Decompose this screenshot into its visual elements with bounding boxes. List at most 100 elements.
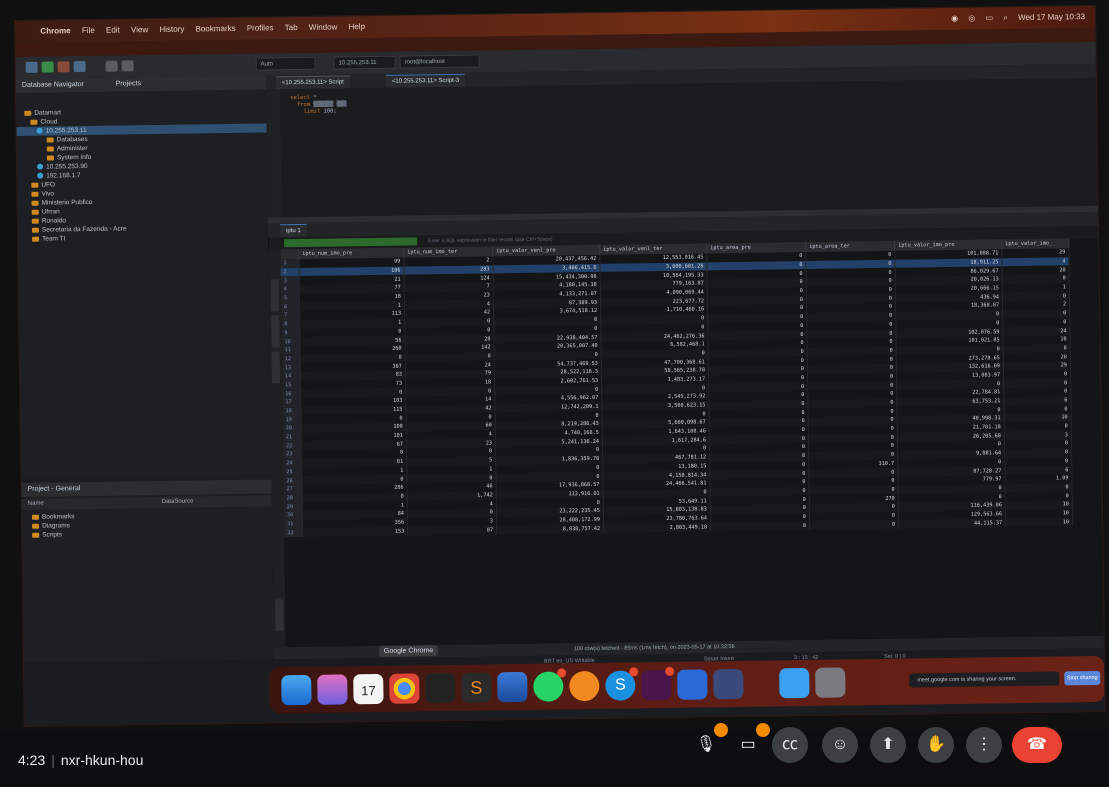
transaction-mode-select[interactable]: Auto (255, 56, 316, 71)
row-number[interactable]: 15 (282, 380, 301, 390)
row-number[interactable]: 11 (281, 345, 301, 355)
menu-bookmarks[interactable]: Bookmarks (195, 18, 236, 41)
more-options-icon[interactable]: ⋮ (966, 727, 1002, 763)
col-datasource[interactable]: DataSource (162, 497, 194, 508)
row-number[interactable]: 4 (280, 285, 300, 295)
user-app-icon[interactable] (713, 668, 744, 700)
stop-sharing-button[interactable]: Stop sharing (1064, 670, 1101, 686)
projects-tab[interactable]: Projects (116, 80, 141, 87)
row-number[interactable]: 31 (284, 519, 303, 529)
active-datasource-select[interactable]: 10.255.253.11 (333, 55, 396, 70)
row-number[interactable]: 10 (281, 337, 301, 347)
row-number[interactable]: 14 (281, 371, 301, 381)
table-cell[interactable]: 153 (302, 526, 408, 538)
text-view-tab[interactable] (271, 315, 280, 348)
row-number[interactable]: 22 (282, 441, 302, 451)
control-center-icon[interactable]: ◎ (968, 14, 975, 23)
chrome-icon[interactable] (389, 673, 420, 704)
finder-icon[interactable] (281, 674, 312, 706)
present-screen-icon[interactable]: ⬆ (870, 727, 906, 763)
row-number[interactable]: 21 (282, 432, 302, 442)
commit-icon[interactable] (105, 60, 118, 72)
row-number[interactable]: 9 (281, 328, 300, 338)
row-number[interactable]: 26 (283, 476, 303, 486)
row-number[interactable]: 3 (280, 276, 300, 286)
row-number[interactable]: 16 (282, 389, 301, 399)
filter-input[interactable]: Enter a SQL expression to filter results… (428, 236, 553, 246)
rollback-icon[interactable] (121, 60, 134, 72)
row-number[interactable]: 28 (283, 493, 303, 503)
col-name[interactable]: Name (28, 501, 44, 507)
menu-window[interactable]: Window (309, 16, 338, 38)
table-cell[interactable]: 0 (710, 521, 810, 532)
row-number[interactable]: 18 (282, 406, 302, 416)
menu-tab[interactable]: Tab (285, 17, 298, 39)
menu-app-name[interactable]: Chrome (40, 20, 71, 42)
active-schema-select[interactable]: root@localhost (399, 54, 480, 69)
row-number[interactable]: 6 (280, 302, 300, 312)
launchpad-icon[interactable] (317, 674, 348, 705)
sql-editor-icon[interactable] (73, 61, 86, 73)
shield-app-icon[interactable] (677, 669, 708, 700)
sublime-text-icon[interactable]: S (461, 672, 492, 703)
project-tab[interactable]: Project - General (28, 485, 81, 493)
slack-icon[interactable] (641, 666, 675, 701)
row-number[interactable]: 30 (283, 510, 303, 520)
sql-editor[interactable]: select * from ▒▒▒▒▒▒ ▒▒▒ limit 100; (265, 77, 1098, 218)
downloads-folder-icon[interactable] (779, 667, 810, 699)
emoji-icon[interactable]: ☺ (822, 727, 858, 763)
menu-help[interactable]: Help (348, 16, 365, 38)
chart-view-tab[interactable] (271, 351, 281, 384)
row-number[interactable]: 8 (281, 319, 300, 329)
row-number[interactable]: 5 (280, 293, 300, 303)
row-number[interactable]: 29 (283, 502, 303, 512)
search-icon[interactable]: ⌕ (1003, 13, 1008, 22)
end-call-button[interactable]: ☎ (1012, 727, 1062, 763)
row-number[interactable]: 12 (281, 354, 301, 364)
row-number[interactable]: 25 (283, 467, 302, 477)
terminal-icon[interactable] (425, 672, 456, 704)
row-number[interactable]: 32 (284, 528, 303, 538)
row-number[interactable]: 13 (281, 363, 301, 373)
trash-icon[interactable] (815, 667, 846, 698)
record-view-tab[interactable] (275, 599, 284, 632)
table-cell[interactable]: 8,838,757.42 (496, 524, 604, 535)
meeting-code[interactable]: nxr-hkun-hou (61, 752, 144, 768)
wifi-icon[interactable]: ◉ (951, 14, 958, 23)
table-cell[interactable]: 44,115.37 (898, 518, 1006, 529)
navigator-tab[interactable]: Database Navigator (22, 81, 84, 89)
row-number[interactable]: 1 (280, 259, 299, 268)
table-cell[interactable]: 0 (809, 520, 899, 530)
menu-view[interactable]: View (131, 19, 149, 41)
captions-icon[interactable]: ㏄ (772, 727, 808, 763)
menu-history[interactable]: History (159, 19, 184, 41)
editor-tab-script[interactable]: <10.255.253.11> Script (275, 75, 350, 90)
whatsapp-icon[interactable] (533, 668, 567, 702)
row-number[interactable]: 7 (281, 311, 300, 321)
row-number[interactable]: 23 (283, 450, 302, 460)
microphone-button[interactable]: 🎙 (688, 723, 728, 763)
row-number[interactable]: 20 (282, 424, 302, 434)
menu-edit[interactable]: Edit (106, 20, 120, 42)
skype-icon[interactable]: S (605, 667, 639, 701)
table-cell[interactable]: 87 (407, 525, 497, 536)
table-cell[interactable]: 2,803,449.18 (603, 522, 711, 533)
calendar-icon[interactable]: 17 (353, 673, 384, 705)
row-number[interactable]: 27 (283, 484, 303, 494)
disconnect-icon[interactable] (57, 61, 70, 73)
table-cell[interactable]: 10 (1005, 517, 1073, 528)
row-number[interactable]: 24 (283, 458, 302, 468)
menubar-clock[interactable]: Wed 17 May 10:33 (1018, 12, 1085, 22)
row-number[interactable]: 19 (282, 415, 302, 425)
grid-view-tab[interactable] (270, 279, 280, 312)
menu-profiles[interactable]: Profiles (247, 17, 274, 39)
battery-icon[interactable]: ▭ (985, 13, 993, 22)
row-number[interactable]: 17 (282, 398, 301, 407)
vpn-icon[interactable] (569, 670, 600, 702)
editor-tab-script-3[interactable]: <10.255.253.11> Script-3 (385, 73, 466, 88)
raise-hand-icon[interactable]: ✋ (918, 727, 954, 763)
camera-button[interactable]: ▭ (730, 723, 770, 763)
connect-icon[interactable] (41, 61, 54, 73)
row-number[interactable]: 2 (280, 267, 300, 277)
menu-file[interactable]: File (82, 20, 95, 42)
